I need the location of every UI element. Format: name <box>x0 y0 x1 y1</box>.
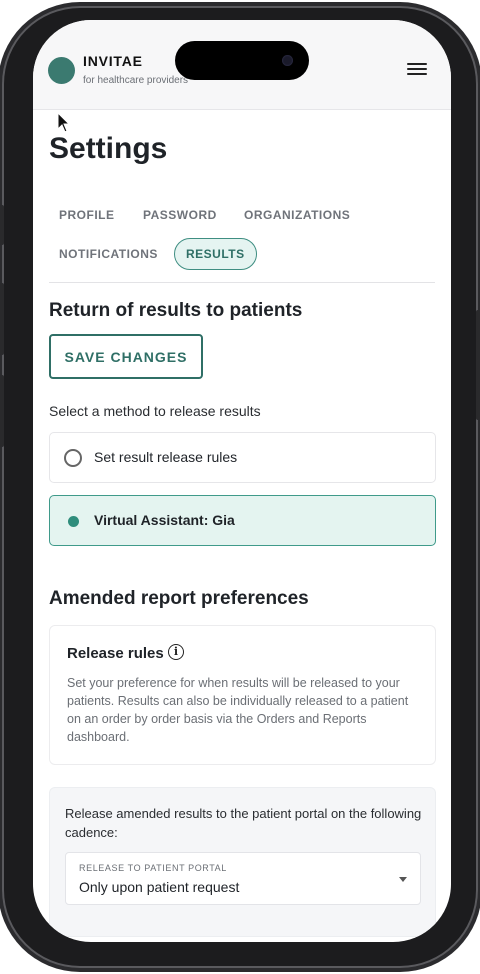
tabs-divider <box>49 282 435 283</box>
save-changes-button[interactable]: SAVE CHANGES <box>49 334 203 379</box>
brand-logo[interactable] <box>48 57 75 84</box>
amended-heading: Amended report preferences <box>49 588 309 609</box>
app-screen: INVITAE for healthcare providers Setting… <box>33 20 451 942</box>
cadence-card: Release amended results to the patient p… <box>49 787 436 937</box>
release-rules-card: Release rules i Set your preference for … <box>49 625 436 765</box>
results-heading: Return of results to patients <box>49 300 303 321</box>
cadence-text: Release amended results to the patient p… <box>65 806 422 840</box>
phone-volume-up-button <box>0 283 4 355</box>
page-title: Settings <box>49 132 168 165</box>
tab-password[interactable]: PASSWORD <box>143 208 217 222</box>
brand-subtitle: for healthcare providers <box>83 75 189 86</box>
select-label: RELEASE TO PATIENT PORTAL <box>79 863 227 873</box>
tab-results[interactable]: RESULTS <box>174 238 257 270</box>
chevron-down-icon[interactable] <box>399 877 407 882</box>
select-value: Only upon patient request <box>79 879 240 895</box>
option-set-release-rules[interactable]: Set result release rules <box>49 432 436 483</box>
option-label: Virtual Assistant: Gia <box>94 512 235 528</box>
dynamic-island <box>175 41 309 80</box>
radio-unselected-icon[interactable] <box>64 449 82 467</box>
tab-notifications[interactable]: NOTIFICATIONS <box>59 247 158 261</box>
phone-volume-down-button <box>0 375 4 447</box>
brand-name[interactable]: INVITAE <box>83 53 143 69</box>
camera-icon <box>282 55 293 66</box>
tab-organizations[interactable]: ORGANIZATIONS <box>244 208 350 222</box>
radio-selected-icon[interactable] <box>68 516 79 527</box>
release-rules-title: Release rules <box>67 645 164 662</box>
phone-power-button <box>476 310 480 420</box>
phone-action-button <box>0 205 4 245</box>
release-portal-select[interactable]: RELEASE TO PATIENT PORTAL Only upon pati… <box>65 852 421 905</box>
release-method-prompt: Select a method to release results <box>49 403 261 419</box>
tab-profile[interactable]: PROFILE <box>59 208 115 222</box>
menu-icon[interactable] <box>407 63 427 75</box>
option-virtual-assistant[interactable]: Virtual Assistant: Gia <box>49 495 436 546</box>
mouse-cursor-icon <box>57 112 71 133</box>
option-label: Set result release rules <box>94 449 238 465</box>
info-icon[interactable]: i <box>168 644 184 660</box>
release-rules-description: Set your preference for when results wil… <box>67 676 409 744</box>
